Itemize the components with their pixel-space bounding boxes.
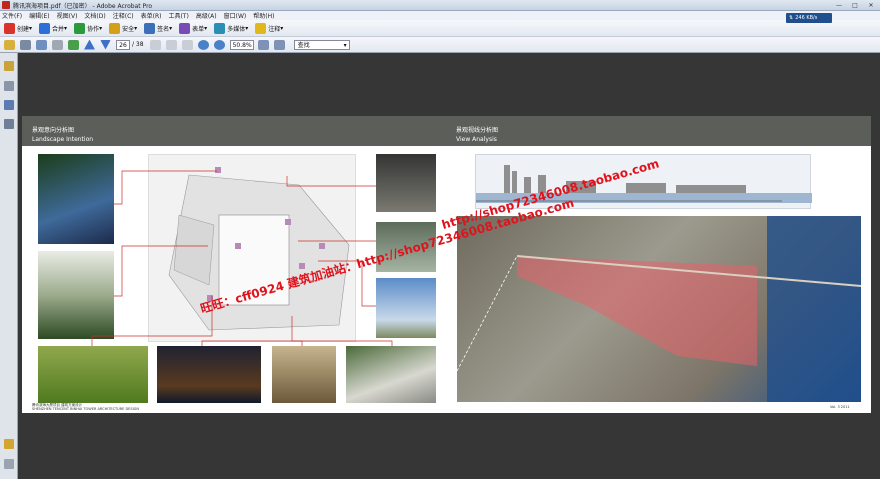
page-total: / 38: [132, 41, 144, 48]
signatures-icon[interactable]: [4, 119, 14, 129]
minimize-button[interactable]: —: [832, 1, 846, 9]
pages-icon[interactable]: [4, 81, 14, 91]
pdf-page: 景观意向分析图 Landscape Intention 景观视线分析图 View…: [22, 116, 871, 413]
chevron-down-icon: ▾: [29, 24, 33, 32]
comments-icon[interactable]: [4, 439, 14, 449]
menu-item[interactable]: 编辑(E): [29, 11, 49, 20]
lock-icon: [109, 22, 121, 34]
window-controls: — □ ✕: [832, 1, 878, 9]
hand-tool-icon[interactable]: [165, 39, 177, 50]
create-icon: [4, 22, 15, 34]
title-bar: 腾讯滨海项目.pdf（已加密） - Adobe Acrobat Pro — □ …: [0, 0, 880, 11]
menu-item[interactable]: 文件(F): [2, 11, 22, 20]
toolbar-button-label: 注释: [268, 25, 281, 33]
organizer-icon[interactable]: [68, 39, 79, 50]
toolbar-button[interactable]: 签名 ▾: [144, 22, 173, 34]
chevron-down-icon: ▾: [245, 24, 249, 32]
menu-item[interactable]: 文档(D): [84, 11, 105, 20]
toolbar-button[interactable]: 多媒体 ▾: [214, 22, 249, 34]
menu-item[interactable]: 视图(V): [57, 11, 78, 20]
navigation-pane: [0, 53, 18, 479]
open-icon[interactable]: [4, 39, 15, 50]
collaborate-icon: [74, 22, 86, 34]
network-speed-value: 246 KB/s: [795, 15, 818, 21]
right-title-en: View Analysis: [456, 136, 497, 143]
form-icon: [179, 22, 191, 34]
chevron-down-icon: ▾: [134, 24, 138, 32]
select-tool-icon[interactable]: [149, 39, 161, 50]
chevron-down-icon: ▾: [169, 24, 173, 32]
zoom-in-icon[interactable]: [213, 39, 225, 50]
email-icon[interactable]: [52, 39, 63, 50]
network-speed-widget: ⇅ 246 KB/s: [786, 13, 832, 23]
menu-item[interactable]: 高级(A): [196, 11, 217, 20]
toolbar-button-label: 协作: [87, 25, 100, 33]
menu-item[interactable]: 注释(C): [113, 11, 134, 20]
navigation-toolbar: 26 / 38 50.8% 查找: [0, 37, 880, 53]
next-page-icon[interactable]: [100, 39, 111, 50]
chevron-down-icon: ▾: [64, 24, 68, 32]
right-title-cn: 景观视线分析图: [456, 127, 499, 134]
marquee-zoom-icon[interactable]: [181, 39, 193, 50]
task-toolbar: 创建 ▾ 合并 ▾ 协作 ▾ 安全 ▾ 签名 ▾ 表单 ▾ 多媒体 ▾ 注释 ▾: [0, 20, 880, 37]
menu-item[interactable]: 工具(T): [168, 11, 188, 20]
aerial-map: [456, 216, 862, 402]
sign-icon: [144, 22, 156, 34]
find-input[interactable]: 查找: [293, 39, 350, 50]
prev-page-icon[interactable]: [84, 39, 95, 50]
menu-bar: 文件(F) 编辑(E) 视图(V) 文档(D) 注释(C) 表单(R) 工具(T) 高级(A)…: [0, 11, 880, 20]
toolbar-button-label: 合并: [52, 25, 65, 33]
toolbar-button[interactable]: 协作 ▾: [74, 22, 103, 34]
zoom-out-icon[interactable]: [197, 39, 209, 50]
fit-page-icon[interactable]: [257, 39, 269, 50]
toolbar-button[interactable]: 合并 ▾: [39, 22, 68, 34]
aerial-overlay: [456, 216, 862, 402]
acrobat-app-icon: [2, 1, 10, 9]
maximize-button[interactable]: □: [848, 1, 862, 9]
footer-en: SHENZHEN TENCENT BINHAI TOWER ARCHITECTU…: [32, 407, 139, 411]
toolbar-button-label: 多媒体: [227, 25, 246, 33]
save-icon[interactable]: [36, 39, 47, 50]
multimedia-icon: [214, 22, 226, 34]
chevron-down-icon: ▾: [280, 24, 284, 32]
chevron-down-icon: ▾: [99, 24, 103, 32]
print-icon[interactable]: [20, 39, 31, 50]
chevron-down-icon: ▾: [204, 24, 208, 32]
toolbar-button-label: 签名: [157, 25, 170, 33]
comment-icon: [255, 22, 267, 34]
toolbar-button-label: 创建: [17, 25, 30, 33]
callout-lines: [91, 170, 393, 346]
toolbar-button-label: 安全: [122, 25, 135, 33]
combine-icon: [39, 22, 51, 34]
toolbar-button-label: 表单: [192, 25, 205, 33]
lock-icon[interactable]: [4, 61, 14, 71]
toolbar-button[interactable]: 创建 ▾: [4, 22, 33, 34]
toolbar-button[interactable]: 表单 ▾: [179, 22, 208, 34]
menu-item[interactable]: 窗口(W): [224, 11, 247, 20]
window-title: 腾讯滨海项目.pdf（已加密） - Adobe Acrobat Pro: [13, 2, 153, 10]
menu-item[interactable]: 表单(R): [141, 11, 162, 20]
fit-width-icon[interactable]: [273, 39, 285, 50]
page-number: Vol. 3 2011: [830, 405, 850, 409]
toolbar-button[interactable]: 注释 ▾: [255, 22, 284, 34]
zoom-level-input[interactable]: 50.8%: [229, 39, 254, 50]
network-icon: ⇅: [789, 15, 794, 21]
page-number-input[interactable]: 26: [116, 39, 130, 50]
menu-item[interactable]: 帮助(H): [253, 11, 274, 20]
bookmarks-icon[interactable]: [4, 100, 14, 110]
attachments-icon[interactable]: [4, 459, 14, 469]
close-button[interactable]: ✕: [864, 1, 878, 9]
toolbar-button[interactable]: 安全 ▾: [109, 22, 138, 34]
